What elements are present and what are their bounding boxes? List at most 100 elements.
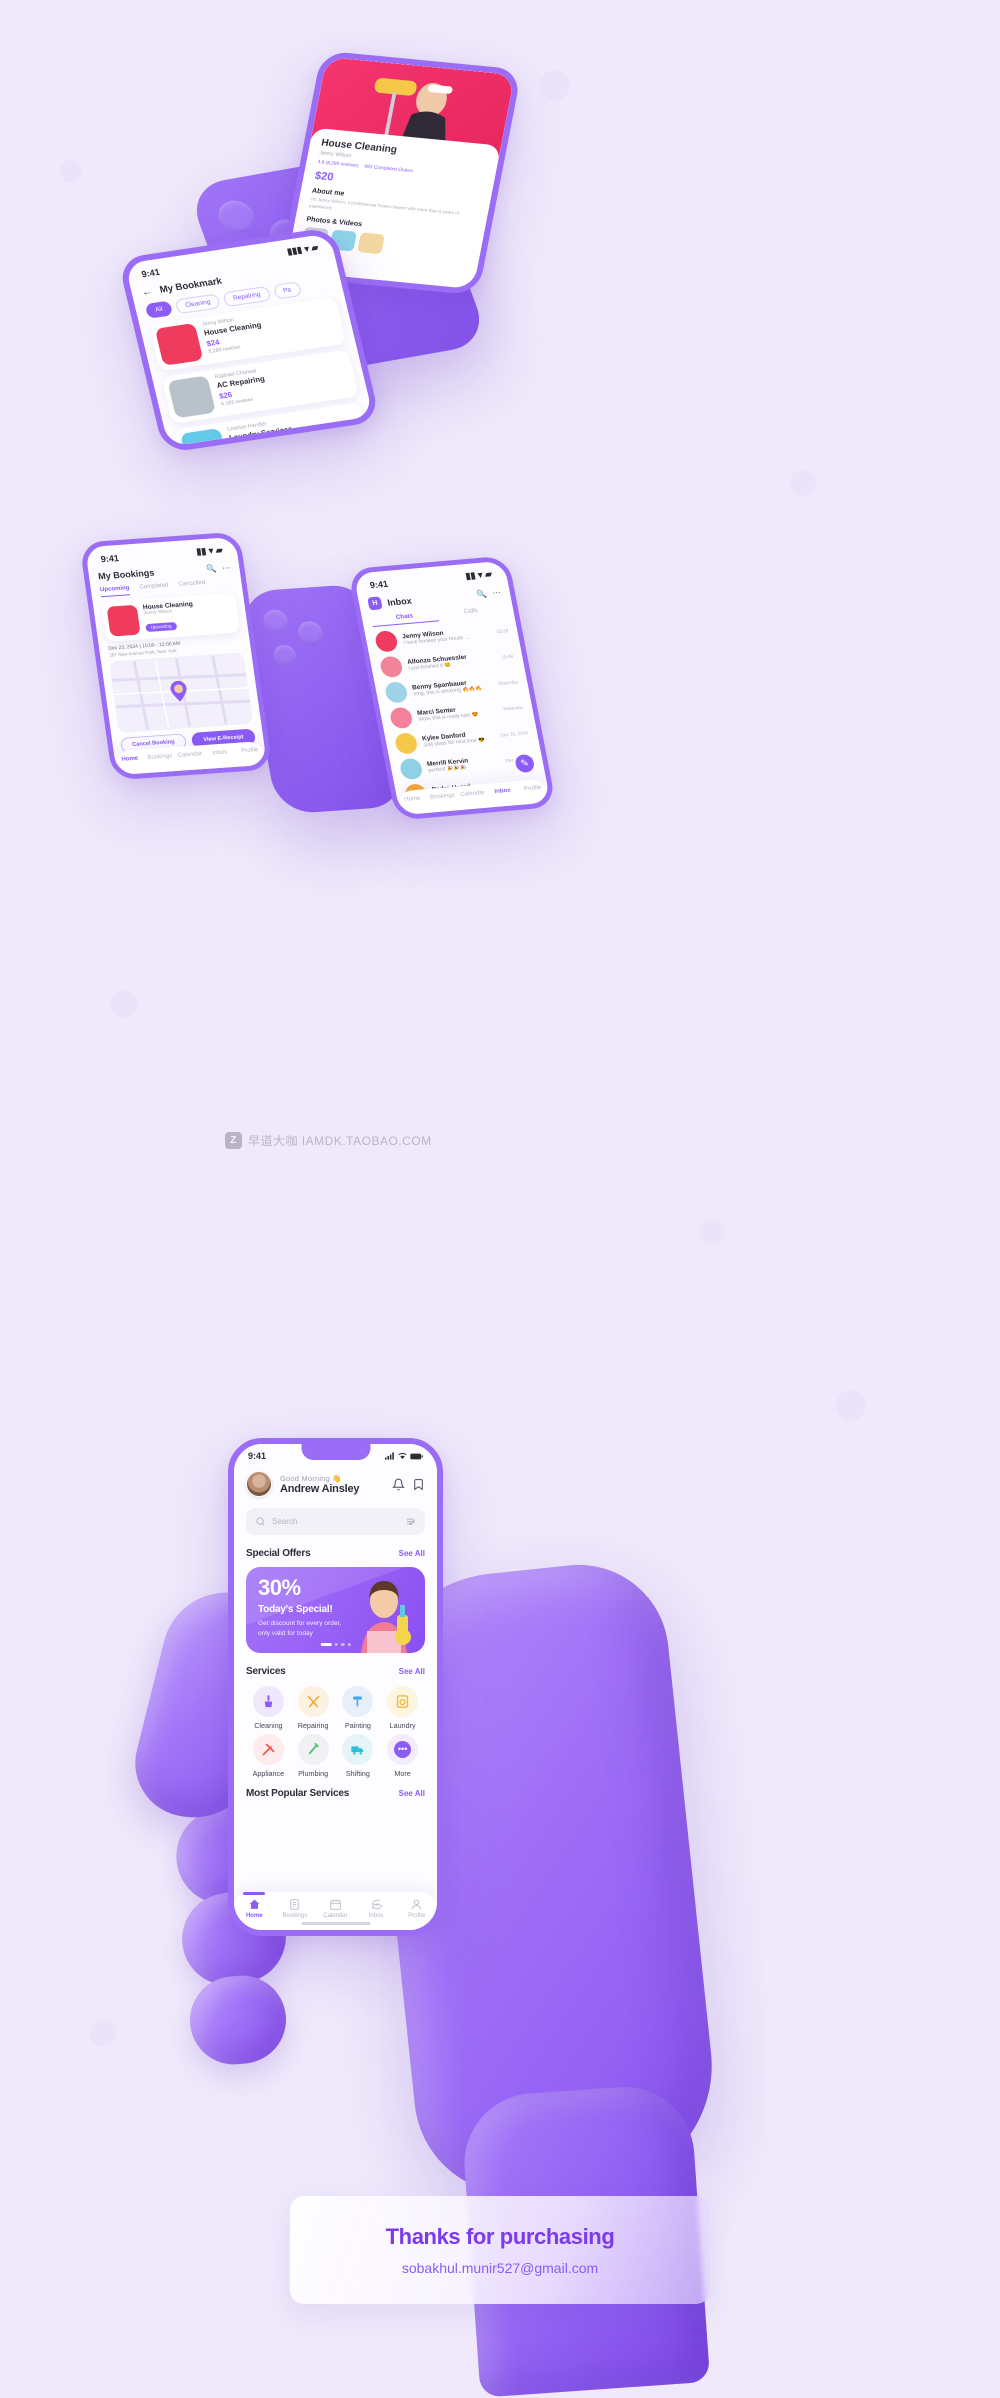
chip-painting[interactable]: Pa (272, 281, 302, 300)
service-label: Shifting (345, 1769, 370, 1778)
hand-finger (185, 1971, 291, 2069)
thanks-email: sobakhul.munir527@gmail.com (401, 2260, 599, 2276)
truck-icon (342, 1734, 374, 1765)
avatar (373, 630, 399, 653)
service-cleaning[interactable]: Cleaning (246, 1686, 291, 1730)
nav-profile[interactable]: Profile (396, 1898, 437, 1919)
calendar-icon (330, 1899, 341, 1910)
roller-icon (342, 1686, 374, 1717)
promo-subtext: Get discount for every order, only valid… (258, 1620, 342, 1637)
chip-all[interactable]: All (144, 300, 174, 319)
status-time: 9:41 (248, 1451, 267, 1461)
nav-inbox[interactable]: Inbox (204, 749, 235, 757)
promo-percent: 30% (258, 1575, 301, 1600)
bg-dot (790, 470, 816, 496)
nav-label: Calendar (459, 790, 486, 799)
see-all-link[interactable]: See All (399, 1549, 425, 1558)
carousel-dots[interactable] (320, 1642, 351, 1646)
search-icon (256, 1517, 265, 1526)
nav-bookings[interactable]: Bookings (427, 792, 458, 801)
service-appliance[interactable]: Appliance (246, 1734, 291, 1778)
bookmark-thumb (167, 375, 216, 419)
dot[interactable] (340, 1642, 345, 1646)
phone-home: 9:41 Good Morning 👋 Andrew Ainsley Searc… (228, 1438, 443, 1936)
services-header: Services See All (246, 1666, 425, 1677)
most-popular-header: Most Popular Services See All (246, 1788, 425, 1799)
nav-label: Profile (523, 785, 542, 793)
app-logo-icon: H (367, 596, 383, 611)
search-icon[interactable]: 🔍 (206, 564, 217, 574)
bookmark-icon[interactable] (412, 1478, 425, 1491)
thanks-card: Thanks for purchasing sobakhul.munir527@… (290, 2196, 710, 2304)
see-all-link[interactable]: See All (399, 1667, 425, 1676)
service-painting[interactable]: Painting (336, 1686, 381, 1730)
broom-icon (252, 1686, 284, 1717)
chip-repairing[interactable]: Repairing (222, 285, 272, 308)
thanks-title: Thanks for purchasing (385, 2224, 615, 2249)
bookings-icon (290, 1899, 300, 1910)
service-label: Laundry (389, 1721, 416, 1730)
more-icon[interactable]: ⋯ (492, 588, 502, 598)
service-plumbing[interactable]: Plumbing (291, 1734, 336, 1778)
nav-calendar[interactable]: Calendar (457, 790, 488, 799)
tab-cancelled[interactable]: Cancelled (178, 580, 206, 592)
chat-time: Dec 20, 2024 (500, 730, 529, 738)
service-label: Painting (344, 1721, 371, 1730)
tools-icon (297, 1686, 329, 1717)
booking-status-badge: Upcoming (145, 621, 177, 632)
service-shifting[interactable]: Shifting (336, 1734, 381, 1778)
section-title: Most Popular Services (246, 1788, 350, 1799)
dot[interactable] (334, 1642, 338, 1646)
nav-inbox[interactable]: Inbox (487, 787, 518, 796)
screen-my-bookings: 9:41 ▮▮ ▾ ▰ My Bookings 🔍 ⋯ Upcoming Com… (84, 536, 268, 776)
see-all-link[interactable]: See All (399, 1789, 425, 1798)
nav-profile[interactable]: Profile (234, 747, 265, 755)
nav-label: Bookings (429, 792, 456, 801)
nav-home[interactable]: Home (114, 755, 145, 763)
notification-bell-icon[interactable] (392, 1478, 405, 1491)
nav-label: Calendar (177, 751, 203, 759)
search-input[interactable]: Search (246, 1508, 425, 1535)
nav-calendar[interactable]: Calendar (315, 1898, 356, 1919)
status-icons: ▮▮ ▾ ▰ (195, 544, 224, 557)
avatar[interactable] (246, 1471, 272, 1497)
search-icon[interactable]: 🔍 (476, 589, 488, 599)
dot-active[interactable] (320, 1642, 332, 1646)
service-more[interactable]: ••• More (380, 1734, 425, 1778)
wifi-icon (398, 1452, 407, 1459)
nav-label: Inbox (494, 787, 512, 796)
chip-cleaning[interactable]: Cleaning (174, 293, 222, 315)
service-repairing[interactable]: Repairing (291, 1686, 336, 1730)
nav-label: Home (121, 755, 139, 763)
tab-upcoming[interactable]: Upcoming (99, 585, 131, 598)
more-icon[interactable]: ⋯ (222, 563, 231, 572)
promo-banner[interactable]: 30% Today's Special! Get discount for ev… (246, 1567, 425, 1653)
nav-profile[interactable]: Profile (517, 784, 548, 793)
nav-home[interactable]: Home (234, 1892, 275, 1919)
nav-calendar[interactable]: Calendar (174, 751, 205, 759)
status-icons: ▮▮ ▾ ▰ (464, 568, 493, 581)
nav-inbox[interactable]: Inbox (356, 1898, 397, 1919)
booking-thumb (106, 604, 141, 637)
avatar (393, 732, 419, 755)
gallery-thumb[interactable] (357, 232, 386, 254)
booking-map[interactable] (109, 652, 254, 733)
nav-label: Inbox (212, 749, 228, 757)
nav-bookings[interactable]: Bookings (275, 1898, 316, 1919)
home-header: Good Morning 👋 Andrew Ainsley (246, 1471, 425, 1497)
dot[interactable] (347, 1642, 351, 1646)
services-grid: Cleaning Repairing Painting Laundry Appl… (246, 1686, 425, 1778)
avatar (388, 706, 414, 730)
back-arrow-icon[interactable]: ← (141, 286, 153, 298)
nav-label: Home (245, 1913, 263, 1919)
nav-label: Profile (240, 747, 259, 755)
mockup-stage: House Cleaning Jenny Wilson 4.8 (8,289 r… (0, 0, 1000, 2398)
greeting-text: Good Morning 👋 (280, 1473, 342, 1483)
nav-bookings[interactable]: Bookings (144, 753, 175, 761)
section-title: Services (246, 1666, 286, 1677)
service-laundry[interactable]: Laundry (380, 1686, 425, 1730)
tab-completed[interactable]: Completed (139, 583, 169, 595)
phone-my-bookings: 9:41 ▮▮ ▾ ▰ My Bookings 🔍 ⋯ Upcoming Com… (79, 531, 273, 781)
nav-home[interactable]: Home (397, 795, 428, 804)
filter-icon[interactable] (405, 1516, 416, 1527)
